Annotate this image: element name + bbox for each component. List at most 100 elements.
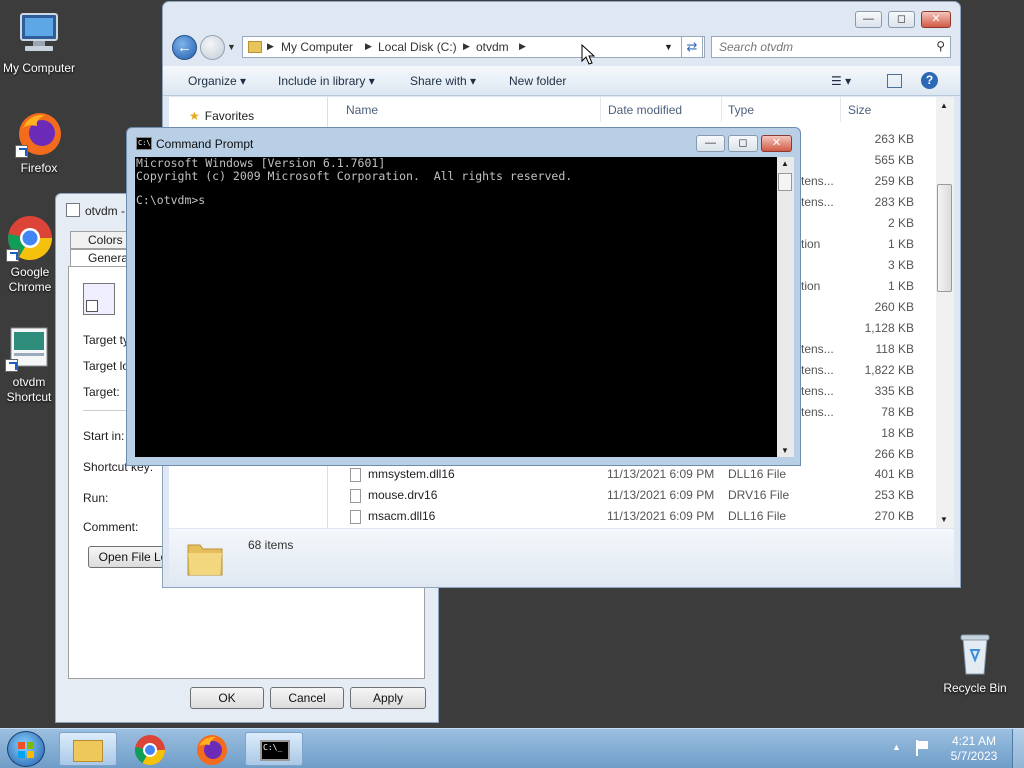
breadcrumb-local-disk[interactable]: Local Disk (C:) [378,40,457,54]
back-button[interactable]: ← [172,35,197,60]
desktop-icon-chrome[interactable]: Google Chrome [1,214,59,304]
star-icon: ★ [189,109,200,123]
breadcrumb-my-computer[interactable]: My Computer [281,40,353,54]
scroll-up-icon[interactable]: ▲ [781,159,789,168]
view-options-icon[interactable]: ☰ ▾ [831,74,851,88]
organize-menu[interactable]: Organize ▾ [188,74,246,88]
preview-pane-icon[interactable] [887,74,902,88]
minimize-button[interactable]: — [855,11,882,28]
taskbar-firefox[interactable] [183,732,241,766]
file-size: 335 KB [874,384,914,398]
refresh-button[interactable]: ⇄ [681,36,703,58]
table-row[interactable]: msacm.dll16 11/13/2021 6:09 PM DLL16 Fil… [329,506,936,527]
column-header-name[interactable]: Name [346,103,378,117]
show-desktop-button[interactable] [1012,729,1024,768]
desktop-icon-label: My Computer [2,61,76,75]
file-size: 118 KB [875,342,914,356]
show-hidden-icons-button[interactable]: ▲ [892,742,901,752]
file-type: DRV16 File [728,488,790,502]
file-icon [350,510,361,524]
clock-date: 5/7/2023 [950,749,998,763]
file-type: tens... [801,195,834,209]
taskbar-command-prompt[interactable]: C:\_ [245,732,303,766]
minimize-button[interactable]: — [696,135,725,152]
file-type: DLL16 File [728,509,787,523]
chrome-icon [6,214,54,262]
details-pane: 68 items [169,529,954,583]
console-prompt: C:\otvdm>s [136,193,206,207]
console-scrollbar[interactable]: ▲ ▼ [777,157,794,457]
start-button[interactable] [7,731,45,767]
include-in-library-menu[interactable]: Include in library ▾ [278,74,375,88]
dialog-title: otvdm - [66,203,125,218]
file-size: 2 KB [887,216,914,230]
folder-icon [248,41,262,53]
desktop-icon-label: otvdm Shortcut [6,375,52,404]
table-row[interactable]: mmsystem.dll16 11/13/2021 6:09 PM DLL16 … [329,464,936,485]
maximize-button[interactable]: ◻ [888,11,915,28]
taskbar-chrome[interactable] [121,732,179,766]
file-size: 1 KB [887,237,914,251]
breadcrumb-otvdm[interactable]: otvdm [476,40,509,54]
new-folder-button[interactable]: New folder [509,74,566,88]
clock[interactable]: 4:21 AM 5/7/2023 [944,734,1004,764]
address-dropdown-icon[interactable]: ▼ [664,42,673,52]
item-count: 68 items [248,538,294,552]
field-label: Run: [83,491,109,505]
share-with-menu[interactable]: Share with ▾ [410,74,476,88]
console-output[interactable]: Microsoft Windows [Version 6.1.7601] Copy… [135,157,777,457]
field-label: Target ty [83,333,130,347]
file-size: 259 KB [874,174,914,188]
field-label: Target lo [83,359,130,373]
field-label: Comment: [83,520,139,534]
desktop-icon-my-computer[interactable]: My Computer [1,10,77,76]
close-button[interactable]: ✕ [921,11,951,28]
column-header-type[interactable]: Type [728,103,754,117]
desktop-icon-firefox[interactable]: Firefox [1,110,77,176]
file-type: tion [801,237,821,251]
recycle-bin-icon [951,630,999,678]
file-size: 263 KB [874,132,914,146]
ok-button[interactable]: OK [190,687,264,709]
file-date: 11/13/2021 6:09 PM [607,509,715,523]
file-size: 1,128 KB [864,321,914,335]
scroll-down-icon[interactable]: ▼ [940,515,948,524]
address-bar[interactable]: ▶ My Computer ▶ Local Disk (C:) ▶ otvdm … [242,36,705,58]
file-size: 260 KB [874,300,914,314]
firefox-icon [15,110,63,158]
chrome-icon [134,735,165,766]
table-row[interactable]: mouse.drv16 11/13/2021 6:09 PM DRV16 Fil… [329,485,936,506]
scroll-up-icon[interactable]: ▲ [940,101,948,110]
taskbar: C:\_ ▲ 4:21 AM 5/7/2023 [0,728,1024,768]
scroll-down-icon[interactable]: ▼ [781,446,789,455]
column-header-size[interactable]: Size [848,103,871,117]
file-type: DLL16 File [728,467,787,481]
help-icon[interactable]: ? [921,72,938,89]
search-input[interactable]: Search otvdm ⚲ [711,36,951,58]
command-prompt-window[interactable]: C:\ Command Prompt — ◻ ✕ Microsoft Windo… [126,127,801,466]
maximize-button[interactable]: ◻ [728,135,758,152]
file-size: 78 KB [881,405,914,419]
action-center-flag-icon[interactable] [916,740,930,756]
file-size: 1 KB [887,279,914,293]
folder-icon [73,740,103,762]
shortcut-large-icon [83,283,115,315]
nav-favorites[interactable]: ★ Favorites [189,109,254,123]
file-icon [350,468,361,482]
forward-button[interactable] [200,35,225,60]
taskbar-explorer[interactable] [59,732,117,766]
field-label: Start in: [83,429,125,443]
column-header-date[interactable]: Date modified [608,103,682,117]
cancel-button[interactable]: Cancel [270,687,344,709]
desktop-icon-recycle-bin[interactable]: Recycle Bin [937,630,1013,696]
apply-button[interactable]: Apply [350,687,426,709]
file-type: tens... [801,363,834,377]
firefox-icon [197,735,227,765]
close-button[interactable]: ✕ [761,135,792,152]
desktop-icon-otvdm-shortcut[interactable]: otvdm Shortcut [1,324,57,404]
recent-pages-chevron-icon[interactable]: ▼ [227,42,236,52]
file-size: 253 KB [874,488,914,502]
file-list-scrollbar[interactable]: ▲ ▼ [936,97,954,528]
scroll-thumb[interactable] [937,184,952,292]
scroll-thumb[interactable] [778,173,792,191]
